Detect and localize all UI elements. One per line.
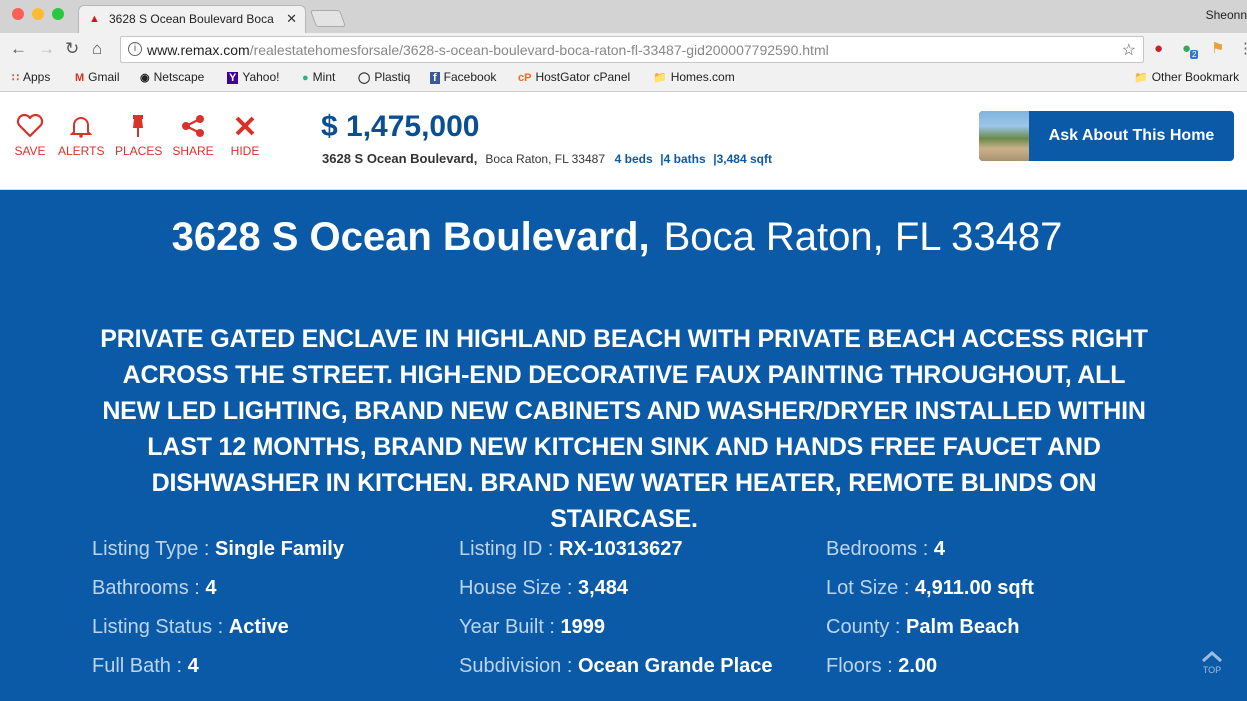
fact-house-size: House Size : 3,484 [459,577,629,599]
facebook-icon: f [430,72,440,84]
share-icon [182,115,204,137]
places-button[interactable]: PLACES [115,114,162,158]
plastiq-icon: ◯ [358,72,371,84]
close-window-button[interactable] [12,8,24,20]
street-address: 3628 S Ocean Boulevard, [322,151,478,166]
sqft-count: |3,484 sqft [713,152,772,166]
bookmark-facebook[interactable]: f Facebook [430,70,496,84]
hide-button[interactable]: HIDE [226,114,264,158]
listing-price: $ 1,475,000 [321,110,480,143]
yahoo-icon: Y [227,72,239,84]
fact-listing-type: Listing Type : Single Family [92,538,344,560]
save-button[interactable]: SAVE [14,114,46,158]
folder-icon: 📁 [653,72,667,84]
listing-description: PRIVATE GATED ENCLAVE IN HIGHLAND BEACH … [100,325,1148,533]
beds-count: 4 beds [614,152,653,166]
listing-title: 3628 S Ocean Boulevard, Boca Raton, FL 33… [0,215,1234,260]
address-summary: 3628 S Ocean Boulevard, Boca Raton, FL 33… [322,151,772,166]
pinterest-icon[interactable]: ● [1154,41,1163,57]
info-icon[interactable]: i [128,42,142,56]
bookmark-homes[interactable]: 📁 Homes.com [653,70,735,84]
mint-leaf-icon: ● [302,72,309,84]
fact-bedrooms: Bedrooms : 4 [826,538,945,560]
maximize-window-button[interactable] [52,8,64,20]
menu-icon[interactable]: ⋮ [1238,41,1247,57]
alerts-button[interactable]: ALERTS [58,114,104,158]
tab-strip: ▲ 3628 S Ocean Boulevard Boca ✕ Sheonn [0,0,1247,33]
profile-name[interactable]: Sheonn [1206,8,1247,22]
title-city: Boca Raton, FL 33487 [663,215,1063,259]
fact-county: County : Palm Beach [826,616,1020,638]
share-button[interactable]: SHARE [172,114,214,158]
title-street: 3628 S Ocean Boulevard, [171,215,650,259]
folder-icon: 📁 [1134,72,1148,84]
close-tab-icon[interactable]: ✕ [286,11,297,27]
minimize-window-button[interactable] [32,8,44,20]
close-x-icon [235,116,255,136]
apps-grid-icon: ∷ [12,72,19,84]
pushpin-icon [133,115,143,137]
fact-full-bath: Full Bath : 4 [92,655,199,677]
fact-listing-id: Listing ID : RX-10313627 [459,538,683,560]
bookmark-mint[interactable]: ● Mint [302,70,335,84]
other-bookmarks[interactable]: 📁 Other Bookmark [1134,70,1239,84]
bookmarks-bar: ∷ Apps M Gmail ◉ Netscape Y Yahoo! ● Mint ◯ Pl… [0,67,1247,92]
forward-icon[interactable]: → [38,39,55,59]
fact-floors: Floors : 2.00 [826,655,938,677]
bookmark-plastiq[interactable]: ◯ Plastiq [358,70,410,84]
url-host: www.remax.com [147,42,250,58]
bell-icon [69,117,93,138]
url-path: /realestatehomesforsale/3628-s-ocean-bou… [249,42,829,58]
fact-listing-status: Listing Status : Active [92,616,289,638]
browser-chrome: ▲ 3628 S Ocean Boulevard Boca ✕ Sheonn ←… [0,0,1247,92]
home-icon[interactable]: ⌂ [92,39,102,59]
back-icon[interactable]: ← [10,39,27,59]
address-bar[interactable]: i www.remax.com/realestatehomesforsale/3… [120,36,1144,63]
city-state-zip: Boca Raton, FL 33487 [485,152,605,166]
chevron-up-icon [1202,650,1222,663]
back-to-top-button[interactable]: TOP [1199,650,1225,675]
heart-icon [16,114,44,138]
bookmark-star-icon[interactable]: ☆ [1122,40,1136,60]
fact-bathrooms: Bathrooms : 4 [92,577,217,599]
tab-title: 3628 S Ocean Boulevard Boca [109,12,274,26]
new-tab-button[interactable] [309,10,347,27]
aol-icon: ◉ [140,72,150,84]
gmail-icon: M [75,72,85,84]
bookmark-hostgator[interactable]: cP HostGator cPanel [518,70,630,84]
reload-icon[interactable]: ↻ [65,39,79,59]
bookmark-gmail[interactable]: M Gmail [75,70,120,84]
bookmark-netscape[interactable]: ◉ Netscape [140,70,204,84]
fact-lot-size: Lot Size : 4,911.00 sqft [826,577,1034,599]
remax-balloon-icon: ▲ [89,13,100,25]
baths-count: |4 baths [660,152,706,166]
home-thumbnail [979,111,1029,161]
bookmark-yahoo[interactable]: Y Yahoo! [227,70,280,84]
extension-tool-icon[interactable]: ⚑ [1211,41,1224,57]
fact-year-built: Year Built : 1999 [459,616,606,638]
cpanel-icon: cP [518,72,532,84]
listing-header: SAVE ALERTS PLACES SHARE HIDE $ 1,475,00… [0,92,1247,190]
fact-subdivision: Subdivision : Ocean Grande Place [459,655,773,677]
extension-badge: 2 [1190,50,1199,59]
listing-details: 3628 S Ocean Boulevard, Boca Raton, FL 33… [0,191,1247,701]
ask-about-home-button[interactable]: Ask About This Home [979,111,1234,161]
browser-toolbar: ← → ↻ ⌂ i www.remax.com/realestatehomesf… [0,33,1247,67]
tab-active[interactable]: ▲ 3628 S Ocean Boulevard Boca ✕ [78,5,306,33]
bookmark-apps[interactable]: ∷ Apps [12,70,50,84]
